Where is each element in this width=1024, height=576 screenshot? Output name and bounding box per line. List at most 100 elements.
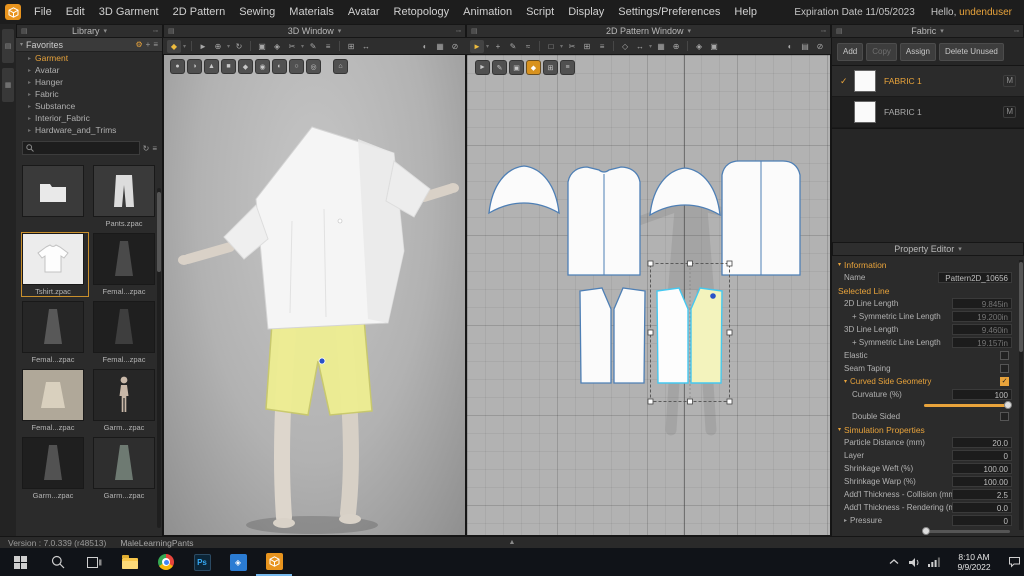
menu-file[interactable]: File: [27, 0, 59, 24]
pants-thumbnail[interactable]: [93, 165, 155, 217]
3d-window-header[interactable]: ▤ 3D Window▾ ▫▫: [163, 24, 466, 38]
sewing-free-icon[interactable]: ↔: [633, 40, 647, 53]
show-wind-icon[interactable]: ◎: [306, 59, 321, 74]
rectangle-pattern-icon[interactable]: □: [544, 40, 558, 53]
show-avatar-icon[interactable]: ●: [170, 59, 185, 74]
chevron-down-icon[interactable]: ▾: [301, 43, 304, 50]
particle-distance-input[interactable]: 20.0: [952, 437, 1012, 448]
list-item[interactable]: Garm...zpac: [93, 369, 159, 432]
show-fitmap-icon[interactable]: ◉: [255, 59, 270, 74]
show-garment-icon[interactable]: ◑: [187, 59, 202, 74]
delete-unused-button[interactable]: Delete Unused: [939, 43, 1004, 61]
menu-avatar[interactable]: Avatar: [341, 0, 387, 24]
avatar-thumbnail[interactable]: [93, 369, 155, 421]
tray-expand-button[interactable]: [884, 548, 904, 576]
list-view-icon[interactable]: ≡: [153, 40, 158, 49]
symmetric-line-length-field[interactable]: 19.200in: [952, 311, 1012, 322]
library-scrollbar[interactable]: [157, 188, 161, 528]
dart-icon[interactable]: ⊕: [669, 40, 683, 53]
show-baseline-icon[interactable]: ✎: [492, 60, 507, 75]
property-scrollbar[interactable]: [1019, 260, 1023, 530]
pressure-slider[interactable]: [924, 530, 1010, 533]
menu-sewing[interactable]: Sewing: [232, 0, 282, 24]
show-pressure-icon[interactable]: ◐: [272, 59, 287, 74]
list-item[interactable]: Femal...zpac: [22, 369, 88, 432]
garment-thumbnail[interactable]: [93, 233, 155, 285]
shrinkage-warp-input[interactable]: 100.00: [952, 476, 1012, 487]
mesh-view-2d-icon[interactable]: ▤: [798, 40, 812, 53]
library-panel-header[interactable]: ▤ Library▾ ▫▫: [16, 24, 163, 38]
2d-pattern-window-header[interactable]: ▤ 2D Pattern Window▾ ▫▫: [466, 24, 831, 38]
rotate-tool-icon[interactable]: ↻: [232, 40, 246, 53]
2d-pattern-canvas[interactable]: ► ✎ ▣ ◆ ⊞ ≡: [466, 54, 831, 536]
favorite-item-interior-fabric[interactable]: ▸Interior_Fabric: [16, 112, 162, 124]
chevron-right-icon[interactable]: ▸: [844, 517, 847, 524]
favorite-item-fabric[interactable]: ▸Fabric: [16, 88, 162, 100]
file-explorer-button[interactable]: [112, 548, 148, 576]
list-item[interactable]: Femal...zpac: [93, 301, 159, 364]
render-view-icon[interactable]: ◐: [418, 40, 432, 53]
tshirt-thumbnail[interactable]: [22, 233, 84, 285]
menu-display[interactable]: Display: [561, 0, 611, 24]
layer-input[interactable]: 0: [952, 450, 1012, 461]
refresh-icon[interactable]: ↻: [143, 144, 150, 153]
thickness-rendering-input[interactable]: 0.0: [952, 502, 1012, 513]
menu-script[interactable]: Script: [519, 0, 561, 24]
panel-menu-icon[interactable]: ▫▫: [153, 28, 158, 35]
list-item[interactable]: Garm...zpac: [93, 437, 159, 500]
pressure-input[interactable]: 0: [952, 515, 1012, 526]
clo-logo-icon[interactable]: [5, 4, 21, 20]
garment-thumbnail[interactable]: [93, 301, 155, 353]
assign-fabric-button[interactable]: Assign: [900, 43, 936, 61]
library-rail-tab[interactable]: ▤: [2, 29, 14, 63]
elastic-checkbox[interactable]: [1000, 351, 1009, 360]
3d-line-length-field[interactable]: 9.460in: [952, 324, 1012, 335]
favorites-header[interactable]: ▾ Favorites ⚙ + ≡: [16, 38, 162, 52]
fabric-type-badge[interactable]: M: [1003, 106, 1016, 118]
panel-menu-icon[interactable]: ▫▫: [456, 28, 461, 35]
gizmo-tool-icon[interactable]: ◈: [270, 40, 284, 53]
texture-view-icon[interactable]: ▦: [433, 40, 447, 53]
list-item[interactable]: [22, 165, 88, 228]
section-selected-line[interactable]: Selected Line: [832, 284, 1024, 297]
action-center-button[interactable]: [1004, 548, 1024, 576]
show-grid-2d-icon[interactable]: ⊞: [543, 60, 558, 75]
seam-taping-checkbox[interactable]: [1000, 364, 1009, 373]
chevron-down-icon[interactable]: ▾: [560, 43, 563, 50]
hide-view-icon[interactable]: ⊘: [448, 40, 462, 53]
menu-materials[interactable]: Materials: [282, 0, 341, 24]
pattern-piece-bodice-back[interactable]: [722, 161, 800, 275]
menu-edit[interactable]: Edit: [59, 0, 92, 24]
taskbar-clock[interactable]: 8:10 AM 9/9/2022: [946, 552, 1002, 572]
trace-icon[interactable]: ✂: [565, 40, 579, 53]
chrome-button[interactable]: [148, 548, 184, 576]
pen-tool-icon[interactable]: ✎: [306, 40, 320, 53]
user-greeting[interactable]: Hello, undenduser: [931, 7, 1012, 18]
avatar-3d-model[interactable]: [172, 101, 460, 536]
grading-icon[interactable]: ⊞: [580, 40, 594, 53]
curvature-input[interactable]: 100: [952, 389, 1012, 400]
hide-2d-icon[interactable]: ⊘: [813, 40, 827, 53]
2d-line-length-field[interactable]: 9.845in: [952, 298, 1012, 309]
search-input[interactable]: [22, 141, 140, 155]
fabric-type-badge[interactable]: M: [1003, 75, 1016, 87]
edit-pattern-icon[interactable]: ✎: [506, 40, 520, 53]
volume-button[interactable]: [904, 548, 924, 576]
list-item[interactable]: Pants.zpac: [93, 165, 159, 228]
network-button[interactable]: [924, 548, 944, 576]
seam-pattern-icon[interactable]: ▦: [654, 40, 668, 53]
chevron-down-icon[interactable]: ▾: [20, 41, 23, 48]
garment-thumbnail[interactable]: [22, 301, 84, 353]
start-button[interactable]: [0, 548, 40, 576]
favorite-item-avatar[interactable]: ▸Avatar: [16, 64, 162, 76]
chevron-down-icon[interactable]: ▾: [940, 27, 944, 35]
photoshop-button[interactable]: Ps: [184, 548, 220, 576]
menu-retopology[interactable]: Retopology: [387, 0, 457, 24]
garment-thumbnail[interactable]: [93, 437, 155, 489]
workspace-rail-tab[interactable]: ▦: [2, 68, 14, 102]
texture-view-2d-icon[interactable]: ◐: [783, 40, 797, 53]
scissors-tool-icon[interactable]: ✂: [285, 40, 299, 53]
curved-side-geometry-checkbox[interactable]: ✓: [1000, 377, 1009, 386]
chevron-down-icon[interactable]: ▾: [183, 43, 186, 50]
folder-thumbnail[interactable]: [22, 165, 84, 217]
